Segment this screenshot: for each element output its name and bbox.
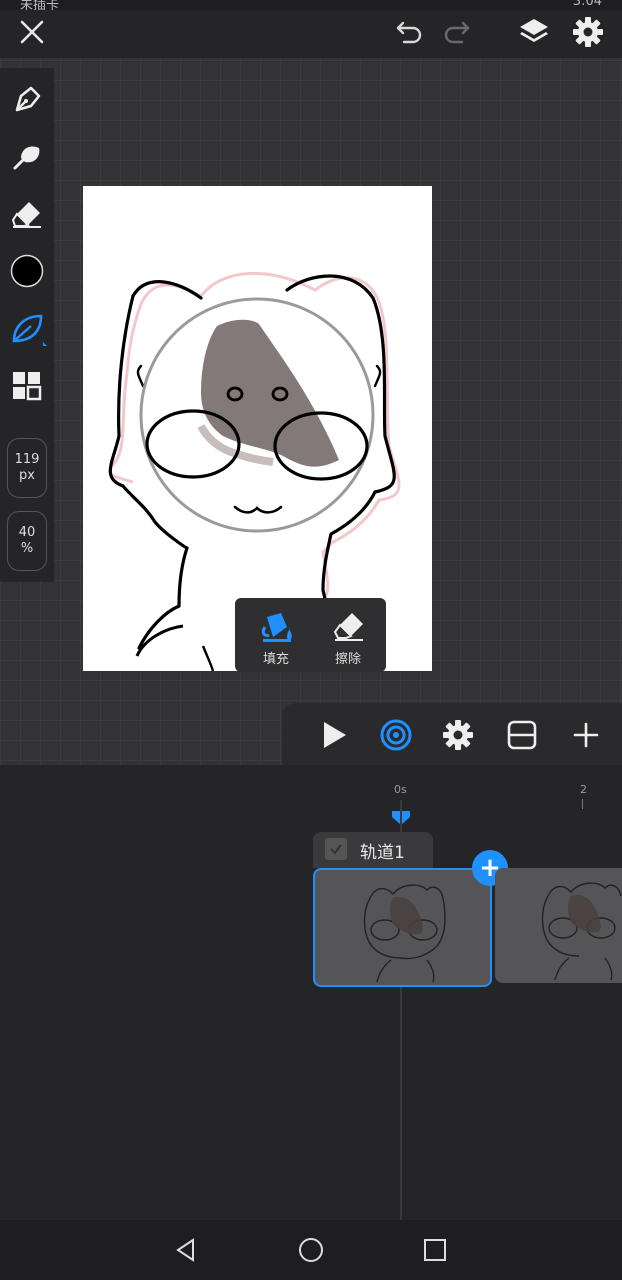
fill-label[interactable]: 填充 — [263, 648, 289, 667]
pen-icon[interactable] — [7, 80, 47, 120]
tool-sidebar: 119 px 40 % — [0, 68, 54, 582]
brush-leaf-icon[interactable] — [7, 308, 49, 350]
time-tick — [582, 799, 583, 809]
status-time: 3:04 — [572, 0, 602, 9]
track-tab[interactable]: 轨道1 — [313, 832, 433, 868]
home-icon[interactable] — [293, 1232, 329, 1268]
back-icon[interactable] — [168, 1232, 204, 1268]
grid-tools-icon[interactable] — [7, 366, 47, 406]
opacity-value: 40 — [18, 525, 36, 540]
time-start-label: 0s — [394, 783, 407, 796]
onion-skin-icon[interactable] — [376, 715, 416, 755]
close-icon[interactable] — [14, 14, 50, 50]
paint-bucket-icon[interactable] — [257, 606, 297, 646]
track-visibility-checkbox[interactable] — [325, 838, 347, 860]
brush-size-value: 119 — [14, 452, 40, 467]
color-picker-swatch[interactable] — [8, 252, 46, 290]
opacity-unit: % — [20, 541, 34, 556]
brush-size-unit: px — [19, 468, 35, 483]
split-view-icon[interactable] — [502, 715, 542, 755]
add-track-icon[interactable] — [566, 715, 606, 755]
top-bar — [0, 10, 622, 58]
time-mark-label: 2 — [580, 783, 587, 796]
erase-label[interactable]: 擦除 — [335, 648, 361, 667]
erase-mode-icon[interactable] — [329, 606, 369, 646]
fill-mode-popup: 填充 擦除 — [235, 598, 386, 672]
frame-thumbnail-1[interactable] — [313, 868, 492, 987]
timeline-settings-gear-icon[interactable] — [438, 715, 478, 755]
smudge-icon[interactable] — [7, 136, 47, 176]
frame-1-preview — [363, 884, 446, 983]
opacity-button[interactable]: 40 % — [7, 511, 47, 571]
animation-toolbar — [282, 703, 622, 765]
redo-icon[interactable] — [438, 14, 476, 50]
frame-2-preview — [541, 882, 622, 981]
status-bar: 未插卡 3:04 — [0, 0, 622, 13]
system-nav-bar — [0, 1220, 622, 1280]
layers-icon[interactable] — [514, 12, 554, 52]
brush-size-button[interactable]: 119 px — [7, 438, 47, 498]
frame-thumbnail-2[interactable] — [495, 868, 622, 983]
recents-icon[interactable] — [417, 1232, 453, 1268]
gear-icon[interactable] — [568, 12, 608, 52]
undo-icon[interactable] — [390, 14, 428, 50]
track-name: 轨道1 — [360, 843, 405, 863]
eraser-icon[interactable] — [7, 194, 47, 234]
play-icon[interactable] — [314, 715, 354, 755]
timeline-panel[interactable]: 0s 2 — [0, 765, 622, 1220]
